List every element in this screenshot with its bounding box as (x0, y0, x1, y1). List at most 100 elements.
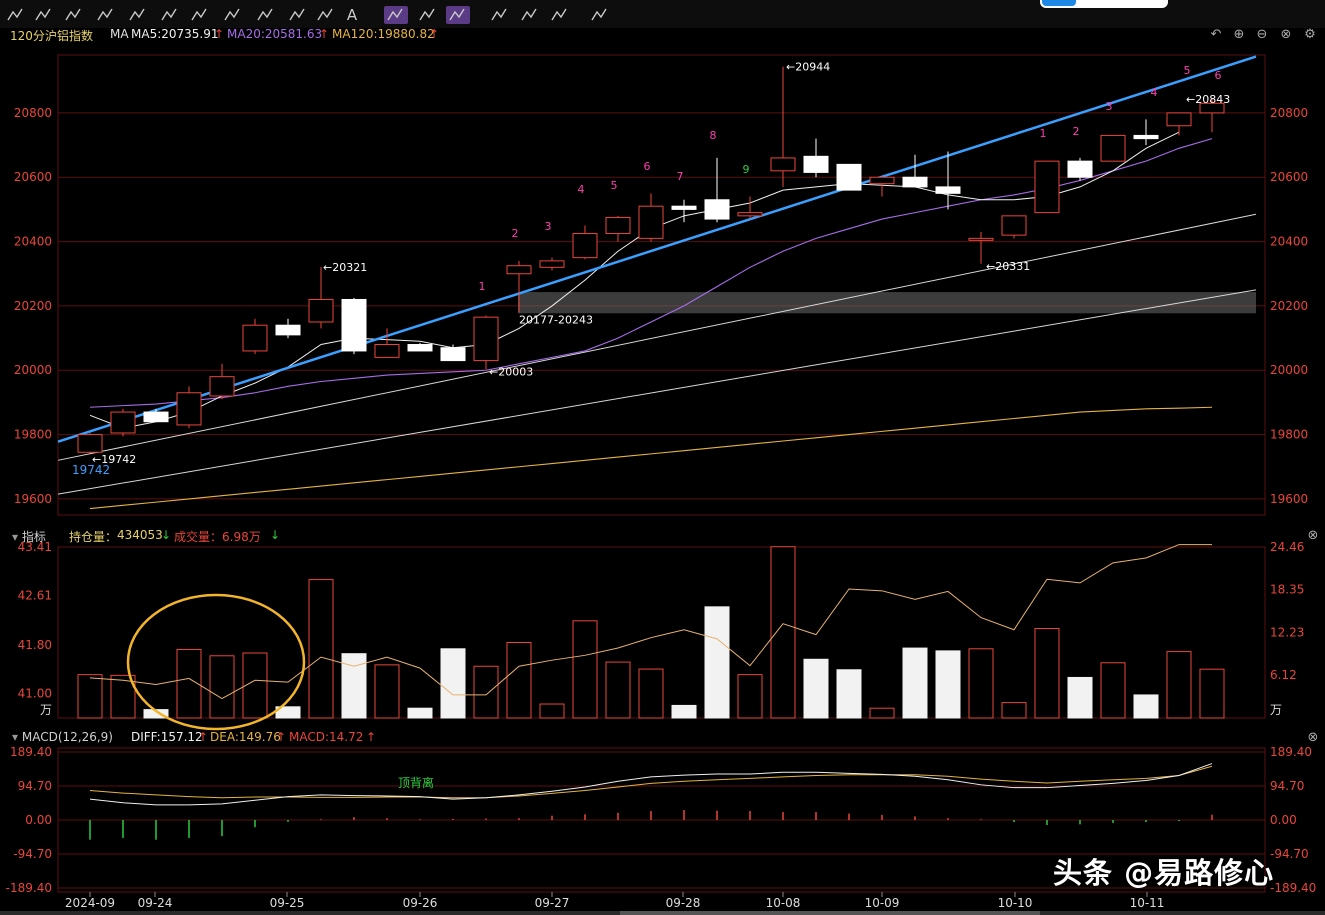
td-count-label: 2 (1073, 125, 1080, 138)
annotation-low-20003: ←20003 (489, 365, 533, 378)
volume-bar (440, 648, 466, 719)
td-count-label: 1 (479, 280, 486, 293)
annotation-high-20321: ←20321 (323, 261, 367, 274)
td-count-label: 4 (1151, 86, 1158, 99)
parallel-line-icon (191, 8, 207, 21)
td-count-label: 5 (1184, 64, 1191, 77)
candle (308, 266, 334, 329)
volume-axis-label: 12.23 (1270, 626, 1304, 640)
candle (407, 342, 433, 352)
candle (770, 66, 796, 187)
ma120-line (89, 406, 1213, 510)
td-count-label: 7 (677, 170, 684, 183)
volume-bar (374, 664, 400, 719)
candle (1034, 160, 1060, 214)
time-axis-label: 2024-09 (65, 896, 115, 910)
price-axis-label-left: 19600 (14, 492, 52, 506)
volume-bar (473, 665, 499, 719)
svg-text:A: A (347, 6, 358, 24)
price-axis-label-right: 20400 (1270, 235, 1308, 249)
channel-icon (161, 8, 177, 21)
text-icon: A (347, 6, 358, 24)
td-count-label: 6 (1215, 69, 1222, 82)
gann-icon (317, 8, 333, 21)
volume-bar (935, 650, 961, 719)
volume-bar (572, 620, 598, 719)
price-axis-label-right: 20600 (1270, 170, 1308, 184)
candle (1133, 119, 1159, 146)
volume-bar (341, 653, 367, 719)
volume-axis-unit: 万 (1270, 703, 1282, 717)
candle (704, 157, 730, 223)
diff-line (89, 763, 1213, 806)
volume-bar (968, 648, 994, 719)
trend-line-icon (7, 8, 23, 21)
trend-start-label: 19742 (72, 463, 110, 477)
td-count-label: 9 (743, 163, 750, 176)
volume-bar (671, 704, 697, 719)
volume-bar (737, 674, 763, 719)
price-axis-label-left: 19800 (14, 428, 52, 442)
volume-bar (770, 546, 796, 719)
price-axis-label-right: 19800 (1270, 428, 1308, 442)
candle (1100, 134, 1126, 162)
oi-axis-label: 41.00 (18, 687, 52, 701)
candle (638, 193, 664, 242)
volume-axis-label: 24.46 (1270, 540, 1304, 554)
volume-bar (638, 668, 664, 719)
price-axis-label-left: 20600 (14, 170, 52, 184)
time-axis-label: 09-25 (270, 896, 305, 910)
magnet-icon (384, 6, 408, 24)
range-icon (224, 8, 240, 21)
candle (1166, 112, 1192, 136)
macd-axis-label-right: -189.40 (1270, 881, 1316, 895)
volume-bar (1034, 628, 1060, 719)
macd-axis-label-right: 0.00 (1270, 813, 1297, 827)
time-axis-label: 10-09 (865, 896, 900, 910)
scrollbar-thumb[interactable] (620, 911, 1040, 915)
volume-bar (803, 658, 829, 719)
ray-icon (97, 8, 113, 21)
oi-axis-label: 41.80 (18, 638, 52, 652)
price-axis-label-left: 20400 (14, 235, 52, 249)
price-line-icon (129, 8, 145, 21)
oi-axis-unit: 万 (40, 703, 52, 717)
price-axis-label-right: 20800 (1270, 106, 1308, 120)
volume-bar (1100, 662, 1126, 719)
volume-axis-label: 18.35 (1270, 583, 1304, 597)
ma5-line (89, 131, 1180, 429)
td-count-label: 3 (545, 220, 552, 233)
candle (935, 151, 961, 210)
volume-bar (1001, 702, 1027, 719)
fib-icon (257, 8, 273, 21)
volume-bar (902, 647, 928, 719)
trend-line (57, 55, 1257, 443)
candle (803, 138, 829, 178)
price-axis-label-right: 20000 (1270, 363, 1308, 377)
band-label: 20177-20243 (519, 313, 593, 326)
volume-bar (1133, 694, 1159, 719)
td-count-label: 1 (1040, 127, 1047, 140)
volume-bar (506, 641, 532, 719)
macd-axis-label-left: 189.40 (10, 745, 52, 759)
watermark: 头条 @易路修心 (1053, 856, 1275, 890)
polyline-icon (35, 8, 51, 21)
volume-bar (242, 652, 268, 719)
td-count-label: 2 (512, 227, 519, 240)
volume-bar (407, 707, 433, 719)
oi-axis-label: 43.41 (18, 540, 52, 554)
volume-bar (77, 674, 103, 719)
kline-chart[interactable]: A 20800 20800 20600 20600 20400 20400 20200 2020… (0, 0, 1325, 915)
price-axis-label-left: 20000 (14, 363, 52, 377)
td-count-label: 6 (644, 160, 651, 173)
time-axis-label: 09-24 (138, 896, 173, 910)
macd-axis-label-left: 94.70 (18, 779, 52, 793)
candle (1067, 157, 1093, 181)
candle (341, 297, 367, 355)
annotation-high-20843: ←20843 (1186, 93, 1230, 106)
volume-bar (539, 703, 565, 719)
oi-axis-label: 42.61 (18, 589, 52, 603)
candle (1001, 215, 1027, 239)
dea-line (89, 765, 1213, 799)
volume-axis-label: 6.12 (1270, 668, 1297, 682)
